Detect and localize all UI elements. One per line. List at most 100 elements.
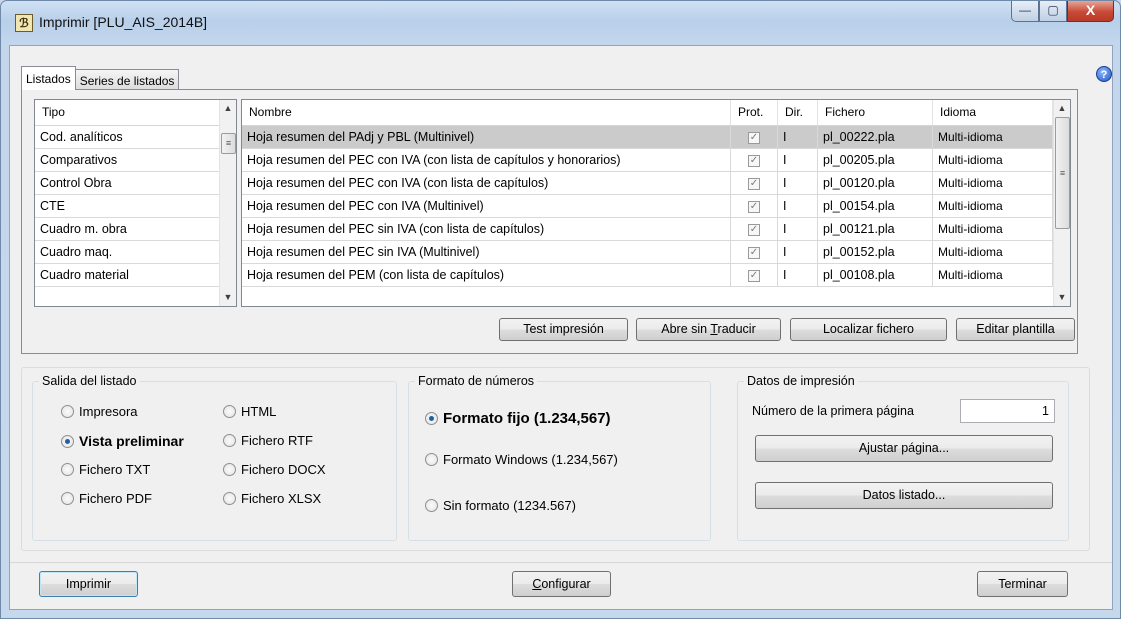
datos-listado-button[interactable]: Datos listado...: [755, 482, 1053, 509]
tipo-header-row: Tipo: [35, 100, 236, 126]
localizar-fichero-button[interactable]: Localizar fichero: [790, 318, 947, 341]
scroll-down-arrow-icon[interactable]: ▼: [220, 289, 236, 306]
radio-formato-windows[interactable]: Formato Windows (1.234,567): [425, 452, 618, 467]
radio-impresora[interactable]: Impresora: [61, 404, 138, 419]
radio-vista-preliminar[interactable]: Vista preliminar: [61, 433, 184, 449]
report-row[interactable]: Hoja resumen del PEM (con lista de capít…: [242, 264, 1070, 287]
radio-fichero-rtf-label: Fichero RTF: [241, 433, 313, 448]
radio-fichero-pdf[interactable]: Fichero PDF: [61, 491, 152, 506]
radio-indicator: [223, 434, 236, 447]
fichero-cell: pl_00120.pla: [818, 172, 933, 194]
close-button[interactable]: X: [1067, 1, 1114, 22]
configurar-rest: onfigurar: [541, 577, 591, 591]
title-bar[interactable]: ℬ Imprimir [PLU_AIS_2014B] — ▢ X: [1, 1, 1120, 45]
minimize-button[interactable]: —: [1011, 1, 1039, 22]
tipo-item-label: Cod. analíticos: [35, 126, 221, 148]
idioma-cell: Multi-idioma: [933, 126, 1053, 148]
radio-indicator: [61, 434, 74, 448]
nombre-cell: Hoja resumen del PEC con IVA (con lista …: [242, 149, 731, 171]
tab-listados[interactable]: Listados: [21, 66, 76, 90]
scroll-up-arrow-icon[interactable]: ▲: [220, 100, 236, 117]
fichero-column-header[interactable]: Fichero: [818, 100, 933, 125]
radio-indicator: [425, 453, 438, 466]
report-row[interactable]: Hoja resumen del PEC con IVA (con lista …: [242, 172, 1070, 195]
tab-series-de-listados[interactable]: Series de listados: [74, 69, 180, 90]
prot-cell: ✓: [731, 264, 778, 286]
radio-fichero-docx[interactable]: Fichero DOCX: [223, 462, 326, 477]
protected-checkbox-icon: ✓: [748, 246, 760, 259]
dir-cell: I: [778, 264, 818, 286]
tipo-list-item[interactable]: Cod. analíticos: [35, 126, 236, 149]
scroll-up-arrow-icon[interactable]: ▲: [1054, 100, 1070, 117]
idioma-cell: Multi-idioma: [933, 195, 1053, 217]
first-page-label: Número de la primera página: [752, 404, 914, 418]
tipo-listbox[interactable]: Tipo Cod. analíticos Comparativos Control …: [34, 99, 237, 307]
radio-indicator: [61, 405, 74, 418]
radio-fichero-rtf[interactable]: Fichero RTF: [223, 433, 313, 448]
tipo-item-label: Comparativos: [35, 149, 221, 171]
window-controls: — ▢ X: [1011, 1, 1114, 23]
print-dialog-window: ℬ Imprimir [PLU_AIS_2014B] — ▢ X ? Lista…: [0, 0, 1121, 619]
prot-cell: ✓: [731, 195, 778, 217]
configurar-button[interactable]: Configurar: [512, 571, 611, 597]
tipo-scrollbar[interactable]: ▲ ≡ ▼: [219, 100, 236, 306]
prot-cell: ✓: [731, 172, 778, 194]
report-row[interactable]: Hoja resumen del PEC sin IVA (con lista …: [242, 218, 1070, 241]
abre-label-prefix: Abre sin: [661, 322, 711, 336]
radio-fichero-xlsx-label: Fichero XLSX: [241, 491, 322, 506]
tipo-list-item[interactable]: Cuadro m. obra: [35, 218, 236, 241]
radio-indicator: [425, 412, 438, 425]
fichero-cell: pl_00108.pla: [818, 264, 933, 286]
nombre-column-header[interactable]: Nombre: [242, 100, 731, 125]
prot-cell: ✓: [731, 241, 778, 263]
reports-listview[interactable]: Nombre Prot. Dir. Fichero Idioma Hoja re…: [241, 99, 1071, 307]
report-rows: Hoja resumen del PAdj y PBL (Multinivel)…: [242, 126, 1070, 287]
tipo-item-label: Cuadro m. obra: [35, 218, 221, 240]
radio-sin-formato-label: Sin formato (1234.567): [443, 498, 576, 513]
app-icon: ℬ: [15, 14, 33, 32]
tipo-list-item[interactable]: Comparativos: [35, 149, 236, 172]
test-impresion-button[interactable]: Test impresión: [499, 318, 628, 341]
maximize-button[interactable]: ▢: [1039, 1, 1067, 22]
radio-sin-formato[interactable]: Sin formato (1234.567): [425, 498, 576, 513]
radio-fichero-docx-label: Fichero DOCX: [241, 462, 326, 477]
scroll-down-arrow-icon[interactable]: ▼: [1054, 289, 1070, 306]
nombre-cell: Hoja resumen del PAdj y PBL (Multinivel): [242, 126, 731, 148]
dir-column-header[interactable]: Dir.: [778, 100, 818, 125]
reports-scroll-thumb[interactable]: ≡: [1055, 117, 1070, 229]
report-row[interactable]: Hoja resumen del PAdj y PBL (Multinivel)…: [242, 126, 1070, 149]
radio-formato-fijo[interactable]: Formato fijo (1.234,567): [425, 410, 611, 427]
tipo-list-item[interactable]: Cuadro material: [35, 264, 236, 287]
radio-impresora-label: Impresora: [79, 404, 138, 419]
reports-scrollbar[interactable]: ▲ ≡ ▼: [1053, 100, 1070, 306]
protected-checkbox-icon: ✓: [748, 223, 760, 236]
tipo-column-header[interactable]: Tipo: [35, 100, 221, 125]
ajustar-pagina-button[interactable]: Ajustar página...: [755, 435, 1053, 462]
prot-column-header[interactable]: Prot.: [731, 100, 778, 125]
tipo-list-item[interactable]: Cuadro maq.: [35, 241, 236, 264]
tipo-list-item[interactable]: CTE: [35, 195, 236, 218]
idioma-cell: Multi-idioma: [933, 149, 1053, 171]
radio-html[interactable]: HTML: [223, 404, 276, 419]
help-icon[interactable]: ?: [1096, 66, 1112, 82]
editar-plantilla-button[interactable]: Editar plantilla: [956, 318, 1075, 341]
radio-fichero-xlsx[interactable]: Fichero XLSX: [223, 491, 321, 506]
dir-cell: I: [778, 149, 818, 171]
dir-cell: I: [778, 241, 818, 263]
report-row[interactable]: Hoja resumen del PEC con IVA (con lista …: [242, 149, 1070, 172]
prot-cell: ✓: [731, 218, 778, 240]
first-page-number-field[interactable]: 1: [960, 399, 1055, 423]
configurar-accel: C: [532, 577, 542, 591]
radio-vista-preliminar-label: Vista preliminar: [79, 433, 184, 449]
idioma-column-header[interactable]: Idioma: [933, 100, 1053, 125]
radio-fichero-txt[interactable]: Fichero TXT: [61, 462, 150, 477]
imprimir-button[interactable]: Imprimir: [39, 571, 138, 597]
tipo-scroll-thumb[interactable]: ≡: [221, 133, 236, 154]
report-row[interactable]: Hoja resumen del PEC con IVA (Multinivel…: [242, 195, 1070, 218]
nombre-cell: Hoja resumen del PEC sin IVA (con lista …: [242, 218, 731, 240]
terminar-button[interactable]: Terminar: [977, 571, 1068, 597]
radio-indicator: [223, 492, 236, 505]
report-row[interactable]: Hoja resumen del PEC sin IVA (Multinivel…: [242, 241, 1070, 264]
tipo-list-item[interactable]: Control Obra: [35, 172, 236, 195]
abre-sin-traducir-button[interactable]: Abre sin Traducir: [636, 318, 781, 341]
